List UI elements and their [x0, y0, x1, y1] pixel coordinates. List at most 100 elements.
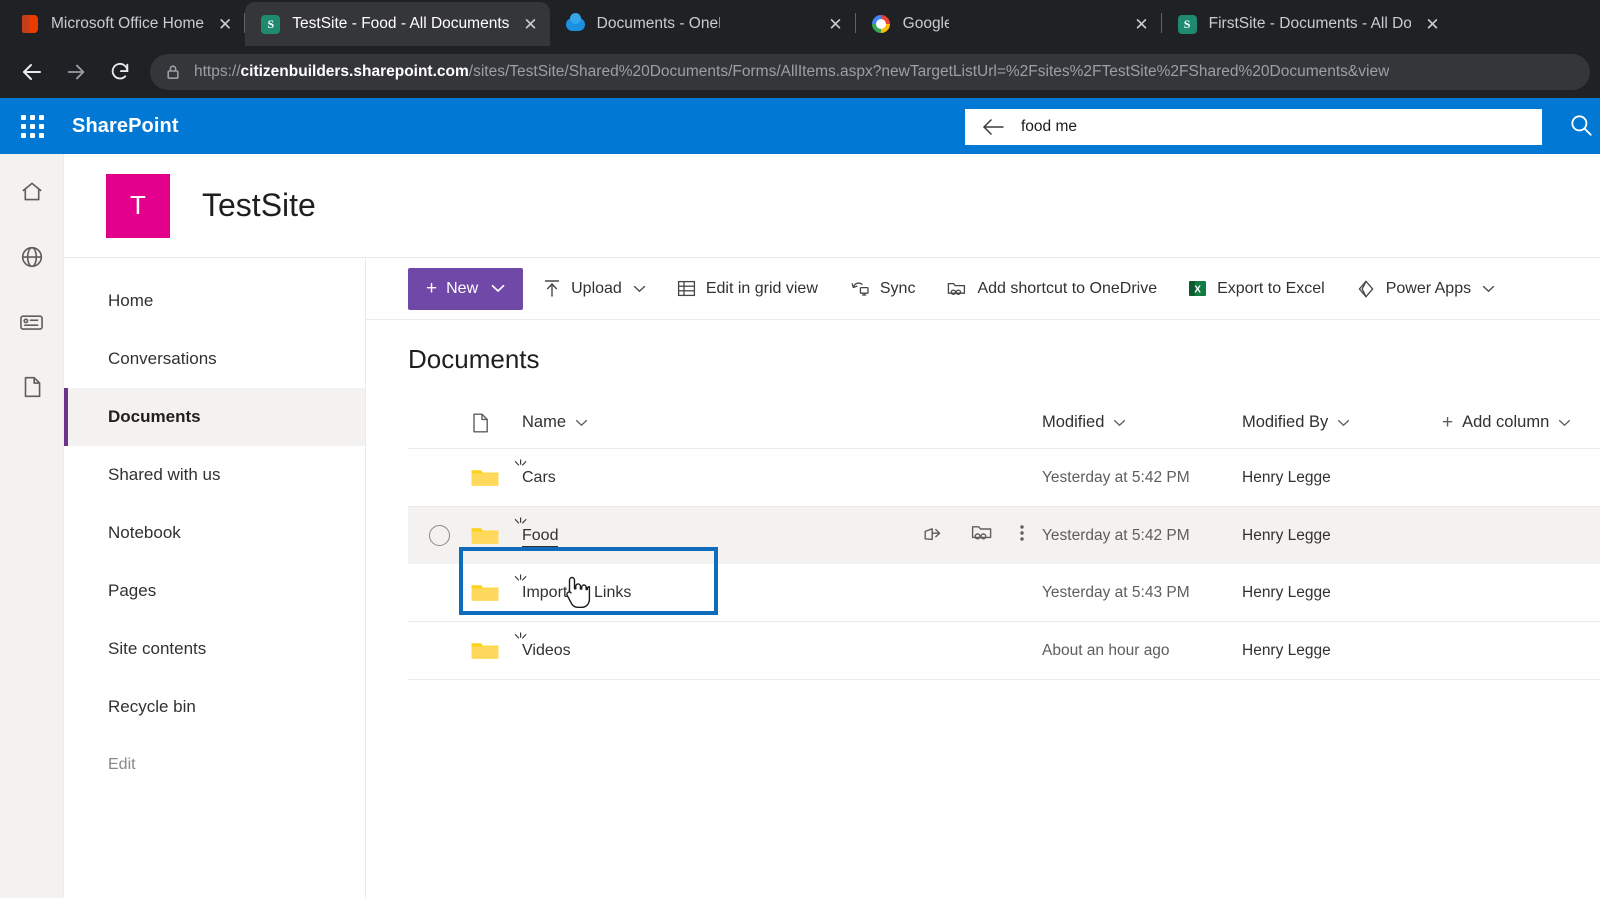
tab-title: Documents - OneDrive	[596, 15, 721, 32]
search-input[interactable]	[1021, 118, 1542, 136]
sharepoint-icon: S	[261, 14, 281, 34]
command-label: Upload	[571, 279, 622, 297]
row-name-cell[interactable]: Videos	[514, 631, 922, 660]
nav-item-documents[interactable]: Documents	[64, 388, 365, 446]
site-logo: T	[106, 173, 170, 238]
copy-link-icon[interactable]	[970, 522, 993, 549]
forward-arrow-icon[interactable]	[54, 50, 98, 94]
nav-item-shared-with-us[interactable]: Shared with us	[64, 446, 365, 504]
sharepoint-brand-label[interactable]: SharePoint	[72, 115, 179, 138]
browser-toolbar: https://citizenbuilders.sharepoint.com/s…	[0, 46, 1600, 98]
table-row[interactable]: Food Yesterday at 5:42 PM Henry Legge	[408, 507, 1600, 564]
modified-column-header[interactable]: Modified	[1042, 413, 1242, 432]
news-icon[interactable]	[8, 298, 56, 346]
upload-icon	[543, 279, 561, 298]
command-label: Sync	[879, 279, 916, 297]
nav-item-notebook[interactable]: Notebook	[64, 504, 365, 562]
row-modified-by[interactable]: Henry Legge	[1242, 469, 1442, 487]
edit-in-grid-view-button[interactable]: Edit in grid view	[666, 268, 829, 310]
row-name-label: Videos	[522, 641, 571, 659]
table-row[interactable]: Videos About an hour ago Henry Legge	[408, 622, 1600, 679]
grid-icon	[677, 279, 696, 298]
power-apps-icon	[1356, 279, 1376, 299]
new-item-sparkle-icon	[513, 516, 528, 533]
export-to-excel-button[interactable]: X Export to Excel	[1177, 268, 1336, 310]
app-rail	[0, 154, 64, 898]
back-arrow-icon[interactable]	[10, 50, 54, 94]
tab-title: Microsoft Office Home	[51, 15, 205, 32]
command-label: Export to Excel	[1217, 279, 1325, 297]
row-modified: Yesterday at 5:42 PM	[1042, 468, 1190, 486]
search-icon[interactable]	[1568, 112, 1594, 143]
google-icon	[872, 15, 891, 34]
new-item-sparkle-icon	[513, 631, 528, 648]
chevron-down-icon	[1558, 419, 1571, 427]
excel-icon: X	[1188, 279, 1207, 298]
url-bar[interactable]: https://citizenbuilders.sharepoint.com/s…	[150, 54, 1590, 90]
nav-item-recycle-bin[interactable]: Recycle bin	[64, 678, 365, 736]
close-icon[interactable]: ✕	[218, 16, 232, 33]
row-modified: Yesterday at 5:42 PM	[1042, 526, 1190, 544]
modified-by-column-header[interactable]: Modified By	[1242, 413, 1442, 432]
add-shortcut-to-onedrive-button[interactable]: Add shortcut to OneDrive	[935, 268, 1168, 310]
name-column-header[interactable]: Name	[522, 413, 922, 432]
close-icon[interactable]: ✕	[1425, 16, 1439, 33]
search-back-arrow-icon[interactable]	[981, 117, 1005, 137]
sync-button[interactable]: Sync	[838, 268, 927, 310]
site-navigation: Home Conversations Documents Shared with…	[64, 258, 366, 898]
close-icon[interactable]: ✕	[1134, 16, 1148, 33]
globe-icon[interactable]	[8, 233, 56, 281]
column-label: Add column	[1462, 413, 1550, 431]
link-underline	[522, 545, 559, 547]
table-header-row: Name Modified Modified By + Add column	[408, 397, 1600, 449]
nav-item-site-contents[interactable]: Site contents	[64, 620, 365, 678]
browser-tab-active[interactable]: S TestSite - Food - All Documents ✕	[245, 2, 550, 46]
nav-item-conversations[interactable]: Conversations	[64, 330, 365, 388]
document-icon[interactable]	[8, 363, 56, 411]
close-icon[interactable]: ✕	[828, 16, 842, 33]
browser-tab[interactable]: Microsoft Office Home ✕	[4, 2, 244, 46]
library-title: Documents	[408, 344, 540, 374]
nav-edit-link[interactable]: Edit	[64, 736, 365, 794]
close-icon[interactable]: ✕	[523, 16, 537, 33]
command-bar: + New Upload Edit in grid view Sync Add …	[366, 258, 1600, 320]
row-checkbox[interactable]	[408, 525, 470, 546]
selection-circle-icon[interactable]	[428, 525, 450, 546]
app-launcher-icon[interactable]	[8, 102, 56, 150]
share-icon[interactable]	[922, 522, 944, 549]
new-button[interactable]: + New	[408, 267, 524, 310]
upload-button[interactable]: Upload	[532, 268, 657, 310]
reload-icon[interactable]	[98, 50, 142, 94]
add-shortcut-icon	[946, 279, 967, 298]
lock-icon	[166, 64, 182, 80]
tab-title: Google	[902, 15, 950, 32]
suite-bar: SharePoint	[0, 98, 1600, 154]
power-apps-button[interactable]: Power Apps	[1345, 268, 1506, 310]
document-library: + New Upload Edit in grid view Sync Add …	[366, 258, 1600, 898]
row-name-cell[interactable]: Food	[514, 516, 922, 547]
row-modified: About an hour ago	[1042, 641, 1170, 659]
row-name-cell[interactable]: Cars	[514, 458, 922, 487]
browser-tab[interactable]: Documents - OneDrive ✕	[550, 2, 855, 46]
browser-tab[interactable]: Google ✕	[856, 2, 1161, 46]
nav-item-home[interactable]: Home	[64, 272, 365, 330]
site-title[interactable]: TestSite	[202, 187, 316, 224]
row-modified-by[interactable]: Henry Legge	[1242, 584, 1442, 602]
row-modified-by[interactable]: Henry Legge	[1242, 527, 1442, 545]
home-icon[interactable]	[8, 168, 56, 216]
column-label: Modified By	[1242, 413, 1329, 431]
page-body: T TestSite Home Conversations Documents …	[0, 154, 1600, 898]
file-type-column-header[interactable]	[470, 411, 522, 435]
documents-table: Name Modified Modified By + Add column C…	[366, 397, 1600, 680]
search-box[interactable]	[965, 109, 1542, 145]
table-row[interactable]: Cars Yesterday at 5:42 PM Henry Legge	[408, 449, 1600, 506]
content-row: Home Conversations Documents Shared with…	[64, 258, 1600, 898]
new-item-sparkle-icon	[513, 573, 528, 590]
more-options-icon[interactable]	[1019, 522, 1025, 549]
browser-chrome: Microsoft Office Home ✕ S TestSite - Foo…	[0, 0, 1600, 98]
browser-tab[interactable]: S FirstSite - Documents - All Docu ✕	[1162, 2, 1452, 46]
nav-item-pages[interactable]: Pages	[64, 562, 365, 620]
row-modified: Yesterday at 5:43 PM	[1042, 583, 1190, 601]
add-column-button[interactable]: + Add column	[1442, 413, 1600, 432]
row-modified-by[interactable]: Henry Legge	[1242, 642, 1442, 660]
